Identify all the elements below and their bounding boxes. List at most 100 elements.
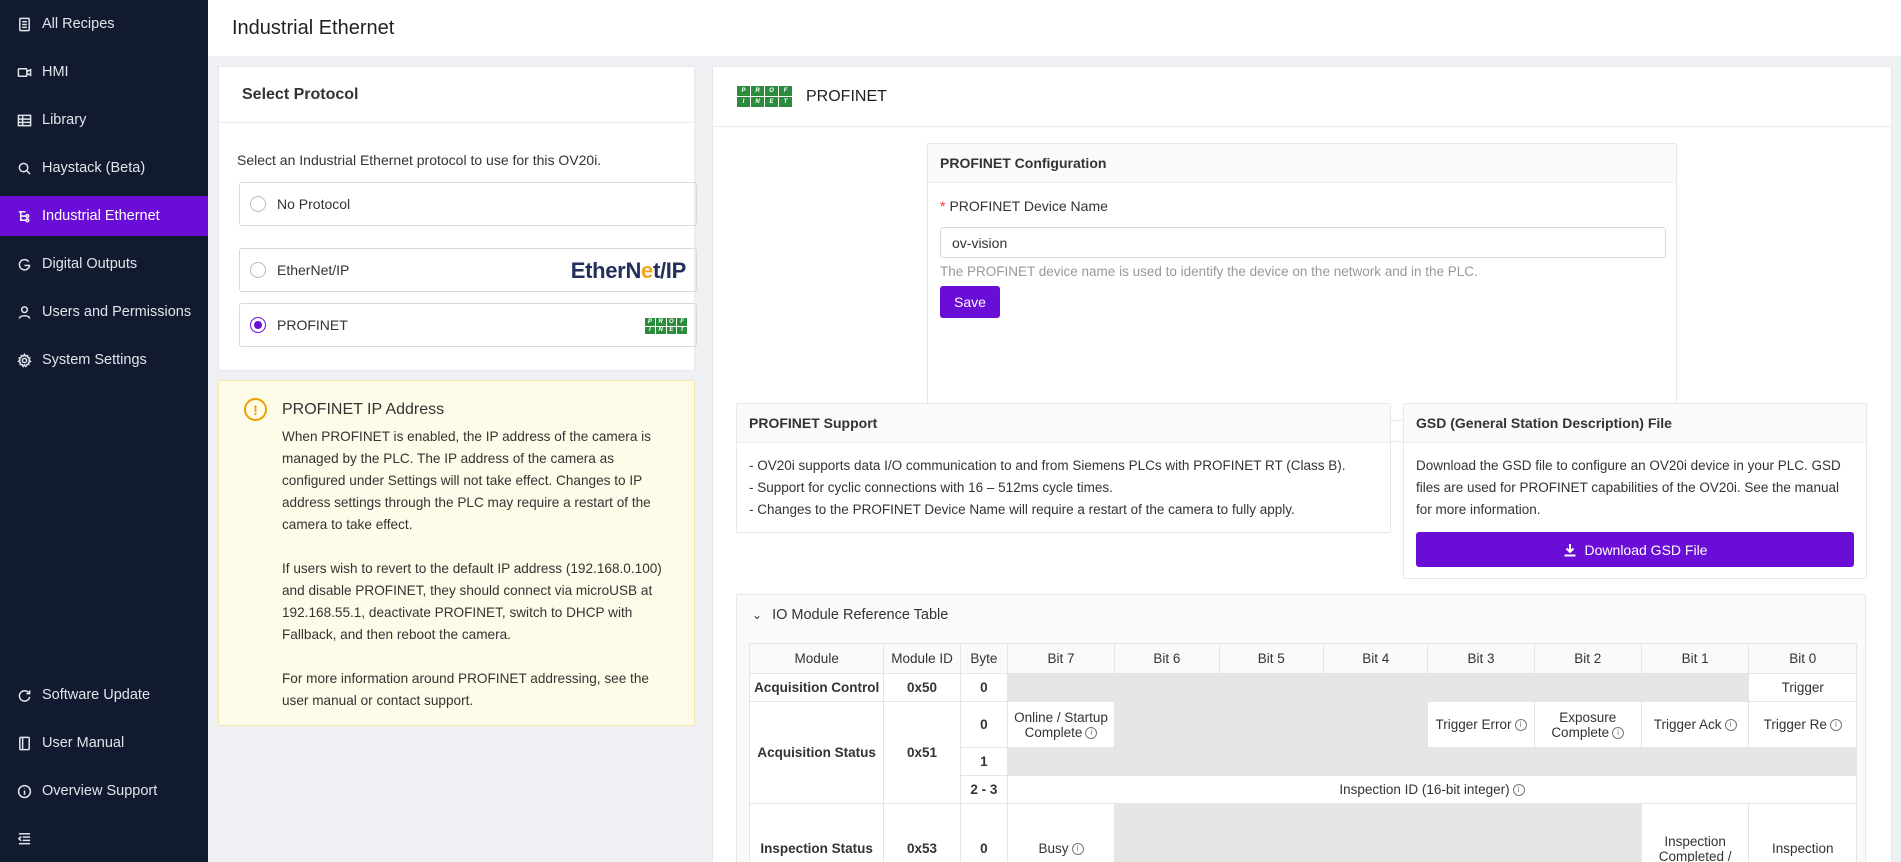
profinet-support-card: PROFINET Support - OV20i supports data I… bbox=[736, 403, 1391, 533]
sidebar-item-industrial-ethernet[interactable]: Industrial Ethernet bbox=[0, 196, 208, 236]
warning-paragraph: If users wish to revert to the default I… bbox=[282, 561, 662, 642]
gear-icon bbox=[16, 352, 32, 368]
protocol-option-none[interactable]: No Protocol bbox=[239, 182, 697, 226]
device-name-label: * PROFINET Device Name bbox=[940, 198, 1108, 214]
save-button[interactable]: Save bbox=[940, 286, 1000, 318]
profinet-ip-warning: ! PROFINET IP Address When PROFINET is e… bbox=[218, 380, 695, 726]
support-line: - Support for cyclic connections with 16… bbox=[749, 480, 1113, 495]
info-icon[interactable]: i bbox=[1829, 719, 1842, 732]
protocol-label: EtherNet/IP bbox=[277, 262, 350, 278]
radio-profinet[interactable] bbox=[250, 317, 266, 333]
column-header: Bit 6 bbox=[1114, 643, 1220, 674]
bit-cell: Trigger Error i bbox=[1427, 701, 1535, 748]
gsd-file-title: GSD (General Station Description) File bbox=[1404, 404, 1866, 443]
support-line: - OV20i supports data I/O communication … bbox=[749, 458, 1346, 473]
table-row: Acquisition Status 0x51 0 Online / Start… bbox=[749, 701, 1857, 804]
output-icon bbox=[16, 256, 32, 272]
module-id-cell: 0x53 bbox=[883, 803, 961, 862]
sidebar-item-label: Overview Support bbox=[42, 783, 158, 799]
io-module-toggle[interactable]: ⌄ IO Module Reference Table bbox=[737, 595, 948, 635]
profinet-support-lines: - OV20i supports data I/O communication … bbox=[749, 455, 1345, 521]
sidebar-item-hmi[interactable]: HMI bbox=[0, 52, 208, 92]
select-protocol-intro: Select an Industrial Ethernet protocol t… bbox=[237, 152, 602, 168]
protocol-label: PROFINET bbox=[277, 317, 348, 333]
profinet-configuration-title: PROFINET Configuration bbox=[928, 144, 1676, 183]
book-icon bbox=[16, 735, 32, 751]
inspection-id-cell: Inspection ID (16-bit integer) i bbox=[1006, 775, 1857, 804]
required-mark: * bbox=[940, 198, 946, 214]
download-icon bbox=[1564, 543, 1576, 556]
protocol-option-ethernet-ip[interactable]: EtherNet/IP EtherNet/IP bbox=[239, 248, 697, 292]
profinet-card: PROF INET PROFINET PROFINET Configuratio… bbox=[712, 66, 1892, 862]
sidebar-item-label: Haystack (Beta) bbox=[42, 160, 146, 176]
bit-cell: Exposure Complete i bbox=[1533, 701, 1642, 748]
profinet-logo-small: PROF INET bbox=[645, 318, 687, 334]
module-cell: Inspection Status bbox=[749, 803, 885, 862]
table-icon bbox=[16, 112, 32, 128]
page-header: Industrial Ethernet bbox=[208, 0, 1901, 56]
info-icon[interactable]: i bbox=[1071, 843, 1084, 856]
sidebar-item-system-settings[interactable]: System Settings bbox=[0, 340, 208, 380]
sidebar-item-users-permissions[interactable]: Users and Permissions bbox=[0, 292, 208, 332]
collapse-sidebar-button[interactable] bbox=[0, 818, 208, 858]
sidebar-item-library[interactable]: Library bbox=[0, 100, 208, 140]
select-protocol-title: Select Protocol bbox=[219, 67, 694, 123]
warning-paragraph: When PROFINET is enabled, the IP address… bbox=[282, 429, 651, 532]
info-icon[interactable]: i bbox=[1085, 726, 1098, 739]
bit-cell: Trigger Re i bbox=[1748, 701, 1857, 748]
sidebar-item-label: HMI bbox=[42, 64, 69, 80]
bit-cell: Busy i bbox=[1006, 803, 1116, 862]
byte-cell: 1 bbox=[959, 747, 1008, 776]
collapse-menu-icon bbox=[16, 830, 32, 846]
io-module-title: IO Module Reference Table bbox=[772, 607, 949, 623]
radio-ethernet-ip[interactable] bbox=[250, 262, 266, 278]
bit-cell: Trigger bbox=[1748, 673, 1857, 702]
sidebar-item-label: Users and Permissions bbox=[42, 304, 192, 320]
ethernet-ip-logo: EtherNet/IP bbox=[570, 258, 687, 283]
download-gsd-label: Download GSD File bbox=[1584, 541, 1708, 558]
sidebar-item-label: All Recipes bbox=[42, 16, 115, 32]
sidebar-item-digital-outputs[interactable]: Digital Outputs bbox=[0, 244, 208, 284]
table-row: Inspection Status 0x53 0 Busy i Inspectio… bbox=[749, 803, 1857, 862]
chevron-down-icon: ⌄ bbox=[752, 608, 763, 622]
sidebar-item-label: Library bbox=[42, 112, 87, 128]
sidebar-item-label: Digital Outputs bbox=[42, 256, 138, 272]
support-line: - Changes to the PROFINET Device Name wi… bbox=[749, 502, 1295, 517]
download-gsd-button[interactable]: Download GSD File bbox=[1416, 532, 1854, 567]
bit-cell: Inspection bbox=[1748, 803, 1857, 862]
table-row: Acquisition Control 0x50 0 Trigger bbox=[749, 673, 1857, 702]
byte-cell: 0 bbox=[959, 701, 1008, 748]
sidebar-item-all-recipes[interactable]: All Recipes bbox=[0, 4, 208, 44]
refresh-icon bbox=[16, 687, 32, 703]
module-cell: Acquisition Control bbox=[749, 673, 885, 702]
document-icon bbox=[16, 16, 32, 32]
sidebar-item-haystack[interactable]: Haystack (Beta) bbox=[0, 148, 208, 188]
module-cell: Acquisition Status bbox=[749, 701, 885, 804]
info-icon[interactable]: i bbox=[1512, 784, 1525, 797]
column-header: Bit 1 bbox=[1640, 643, 1750, 674]
device-name-input[interactable] bbox=[940, 227, 1666, 258]
column-header: Bit 0 bbox=[1748, 643, 1857, 674]
network-icon bbox=[16, 208, 32, 224]
sidebar-item-user-manual[interactable]: User Manual bbox=[0, 723, 208, 763]
sidebar-item-software-update[interactable]: Software Update bbox=[0, 675, 208, 715]
info-icon[interactable]: i bbox=[1724, 719, 1737, 732]
warning-title: PROFINET IP Address bbox=[282, 401, 445, 418]
video-icon bbox=[16, 64, 32, 80]
io-module-table-container[interactable]: Module Module ID Byte Bit 7 Bit 6 Bit 5 … bbox=[749, 643, 1857, 862]
bit-cell: Online / Startup Complete i bbox=[1006, 701, 1116, 748]
sidebar-item-overview-support[interactable]: Overview Support bbox=[0, 771, 208, 811]
radio-none[interactable] bbox=[250, 196, 266, 212]
io-module-reference-panel: ⌄ IO Module Reference Table Module Modul… bbox=[736, 594, 1866, 862]
column-header: Byte bbox=[959, 643, 1008, 674]
search-icon bbox=[16, 160, 32, 176]
column-header: Bit 4 bbox=[1323, 643, 1429, 674]
info-icon[interactable]: i bbox=[1612, 726, 1625, 739]
bit-cell: Inspection Completed / bbox=[1640, 803, 1750, 862]
column-header: Module bbox=[749, 643, 885, 674]
column-header: Module ID bbox=[883, 643, 961, 674]
column-header: Bit 2 bbox=[1533, 643, 1642, 674]
profinet-title: PROFINET bbox=[713, 67, 1891, 127]
info-icon[interactable]: i bbox=[1514, 719, 1527, 732]
protocol-option-profinet[interactable]: PROFINET PROF INET bbox=[239, 303, 697, 347]
